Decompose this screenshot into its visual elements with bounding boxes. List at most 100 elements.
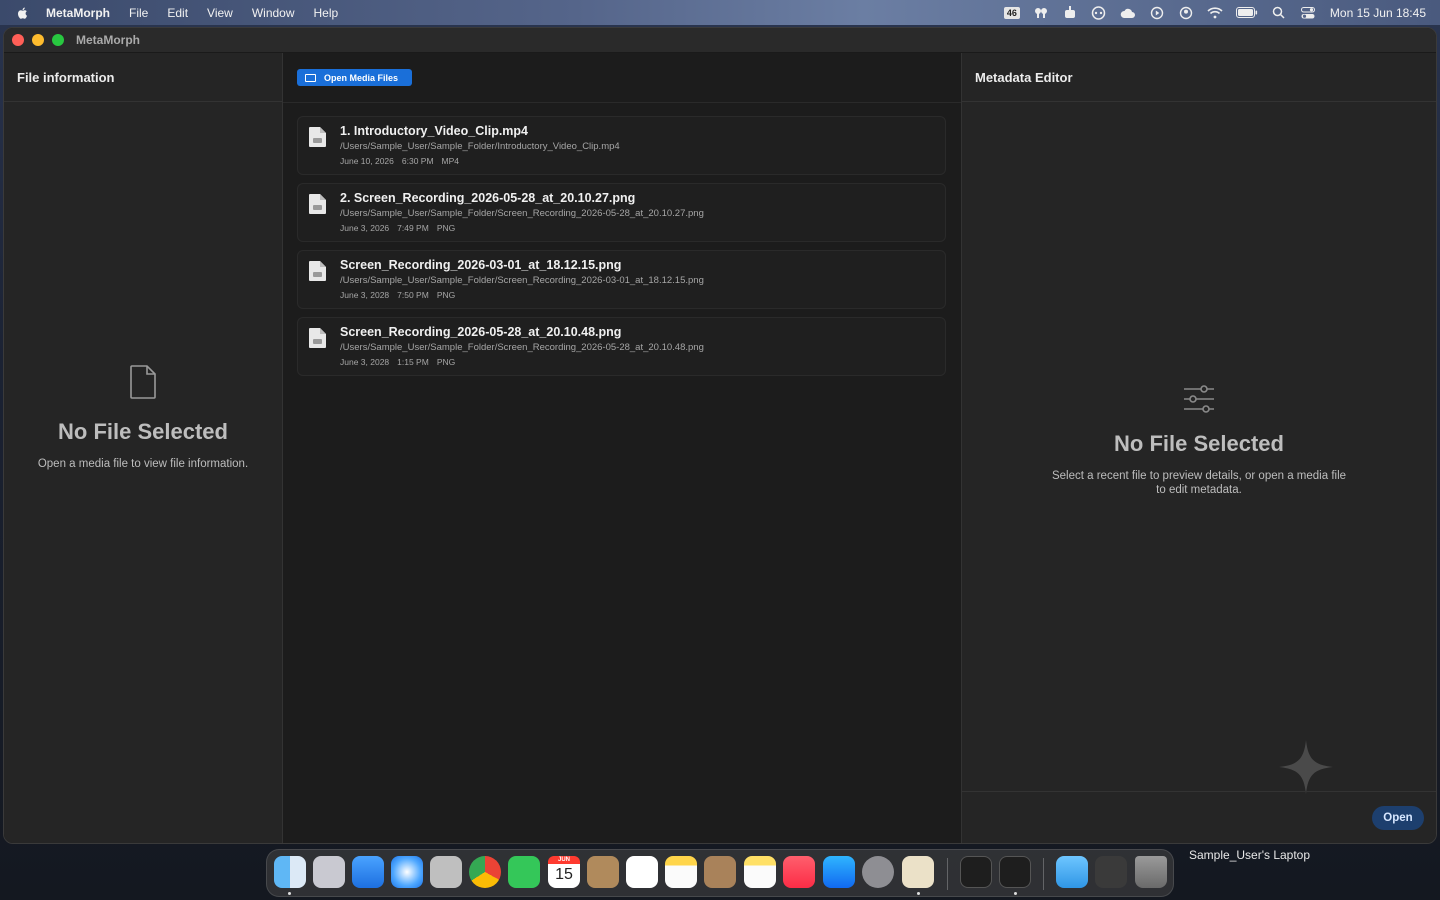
file-type: PNG xyxy=(436,357,456,367)
folder-icon[interactable] xyxy=(1056,856,1088,888)
search-icon[interactable] xyxy=(1271,6,1287,20)
running-indicator xyxy=(1014,892,1017,895)
terminal-icon[interactable] xyxy=(999,856,1031,888)
menu-bar: MetaMorph File Edit View Window Help 46 xyxy=(0,0,1440,25)
file-date: June 3, 2028 xyxy=(340,290,390,300)
mail-icon[interactable] xyxy=(352,856,384,888)
document-icon xyxy=(130,365,156,399)
minimize-window-button[interactable] xyxy=(32,34,44,46)
menu-view[interactable]: View xyxy=(207,6,233,20)
contacts-icon[interactable] xyxy=(587,856,619,888)
gamepad-icon[interactable] xyxy=(1091,5,1107,20)
close-window-button[interactable] xyxy=(12,34,24,46)
downloads-stack-icon[interactable] xyxy=(1095,856,1127,888)
file-type: MP4 xyxy=(441,156,460,166)
status-badge[interactable]: 46 xyxy=(1003,6,1020,19)
file-name: 1. Introductory_Video_Clip.mp4 xyxy=(340,124,529,138)
open-media-files-button[interactable]: Open Media Files xyxy=(297,69,412,86)
file-meta: June 3, 2026 7:49 PM PNG xyxy=(340,223,463,233)
open-button[interactable]: Open xyxy=(1372,806,1424,830)
file-information-pane: File information No File Selected Open a… xyxy=(4,53,283,843)
chrome-icon[interactable] xyxy=(469,856,501,888)
title-bar: MetaMorph xyxy=(4,28,1436,53)
file-path: /Users/Sample_User/Sample_Folder/Screen_… xyxy=(340,208,704,219)
terminal-icon[interactable] xyxy=(960,856,992,888)
messages-icon[interactable] xyxy=(508,856,540,888)
status-area: 46 Mon 15 Jun 18:45 xyxy=(1003,0,1426,25)
file-icon xyxy=(309,127,326,147)
trash-icon[interactable] xyxy=(1135,856,1167,888)
app-window: MetaMorph File information No File Selec… xyxy=(3,27,1437,844)
app-store-icon[interactable] xyxy=(823,856,855,888)
window-title: MetaMorph xyxy=(76,33,140,47)
file-icon xyxy=(309,261,326,281)
menu-file[interactable]: File xyxy=(129,6,148,20)
contacts-alt-icon[interactable] xyxy=(704,856,736,888)
sliders-icon xyxy=(1184,385,1214,413)
open-media-files-label: Open Media Files xyxy=(324,72,399,83)
file-list-item[interactable]: Screen_Recording_2026-03-01_at_18.12.15.… xyxy=(297,250,946,309)
notes-icon[interactable] xyxy=(665,856,697,888)
file-date: June 3, 2026 xyxy=(340,223,390,233)
file-name: Screen_Recording_2026-03-01_at_18.12.15.… xyxy=(340,258,622,272)
running-indicator xyxy=(288,892,291,895)
menu-help[interactable]: Help xyxy=(314,6,339,20)
file-meta: June 3, 2028 1:15 PM PNG xyxy=(340,357,463,367)
menubar-clock[interactable]: Mon 15 Jun 18:45 xyxy=(1330,6,1426,20)
earbuds-icon[interactable] xyxy=(1033,6,1049,20)
finder-icon[interactable] xyxy=(274,856,306,888)
panes: File information No File Selected Open a… xyxy=(4,53,1436,843)
recent-files-list: 1. Introductory_Video_Clip.mp4 /Users/Sa… xyxy=(297,116,946,384)
control-center-icon[interactable] xyxy=(1300,6,1316,20)
safari-icon[interactable] xyxy=(391,856,423,888)
calendar-day: 15 xyxy=(555,866,573,883)
launchpad-icon[interactable] xyxy=(313,856,345,888)
play-circle-icon[interactable] xyxy=(1149,6,1165,20)
dock-separator xyxy=(1043,858,1044,890)
system-settings-icon[interactable] xyxy=(862,856,894,888)
file-name: Screen_Recording_2026-05-28_at_20.10.48.… xyxy=(340,325,622,339)
left-empty-subtitle: Open a media file to view file informati… xyxy=(37,458,249,470)
apple-menu-icon[interactable] xyxy=(16,6,30,20)
stickies-icon[interactable] xyxy=(744,856,776,888)
zoom-window-button[interactable] xyxy=(52,34,64,46)
music-icon[interactable] xyxy=(783,856,815,888)
menu-window[interactable]: Window xyxy=(252,6,295,20)
robot-icon[interactable] xyxy=(1062,6,1078,20)
file-list-item[interactable]: Screen_Recording_2026-05-28_at_20.10.48.… xyxy=(297,317,946,376)
file-meta: June 3, 2028 7:50 PM PNG xyxy=(340,290,463,300)
file-list-item[interactable]: 2. Screen_Recording_2026-05-28_at_20.10.… xyxy=(297,183,946,242)
file-time: 7:49 PM xyxy=(397,223,429,233)
metadata-editor-header: Metadata Editor xyxy=(962,53,1436,102)
file-type: PNG xyxy=(436,223,456,233)
file-path: /Users/Sample_User/Sample_Folder/Screen_… xyxy=(340,275,704,286)
file-meta: June 10, 2026 6:30 PM MP4 xyxy=(340,156,467,166)
file-name: 2. Screen_Recording_2026-05-28_at_20.10.… xyxy=(340,191,636,205)
file-icon xyxy=(309,328,326,348)
right-empty-title: No File Selected xyxy=(1114,431,1284,456)
calendar-icon[interactable]: JUN 15 xyxy=(548,856,580,888)
battery-icon[interactable] xyxy=(1235,6,1258,20)
wifi-icon[interactable] xyxy=(1207,6,1223,20)
left-empty-state: No File Selected Open a media file to vi… xyxy=(4,365,282,471)
clipboard-icon[interactable] xyxy=(902,856,934,888)
calendar-month: JUN xyxy=(548,856,580,864)
dock: JUN 15 xyxy=(266,849,1174,897)
user-circle-icon[interactable] xyxy=(1178,6,1194,20)
file-time: 1:15 PM xyxy=(397,357,429,367)
file-information-header: File information xyxy=(4,53,282,102)
running-indicator xyxy=(917,892,920,895)
file-icon xyxy=(309,194,326,214)
file-time: 6:30 PM xyxy=(401,156,434,166)
menu-edit[interactable]: Edit xyxy=(167,6,188,20)
menu-app-name[interactable]: MetaMorph xyxy=(46,6,110,20)
metadata-editor-footer: Open xyxy=(962,791,1436,843)
preview-icon[interactable] xyxy=(430,856,462,888)
right-empty-state: No File Selected Select a recent file to… xyxy=(962,385,1436,497)
reminders-icon[interactable] xyxy=(626,856,658,888)
dock-separator xyxy=(947,858,948,890)
file-path: /Users/Sample_User/Sample_Folder/Screen_… xyxy=(340,342,704,353)
right-empty-subtitle-line1: Select a recent file to preview details,… xyxy=(1051,470,1347,482)
cloud-icon[interactable] xyxy=(1120,6,1136,20)
file-list-item[interactable]: 1. Introductory_Video_Clip.mp4 /Users/Sa… xyxy=(297,116,946,175)
